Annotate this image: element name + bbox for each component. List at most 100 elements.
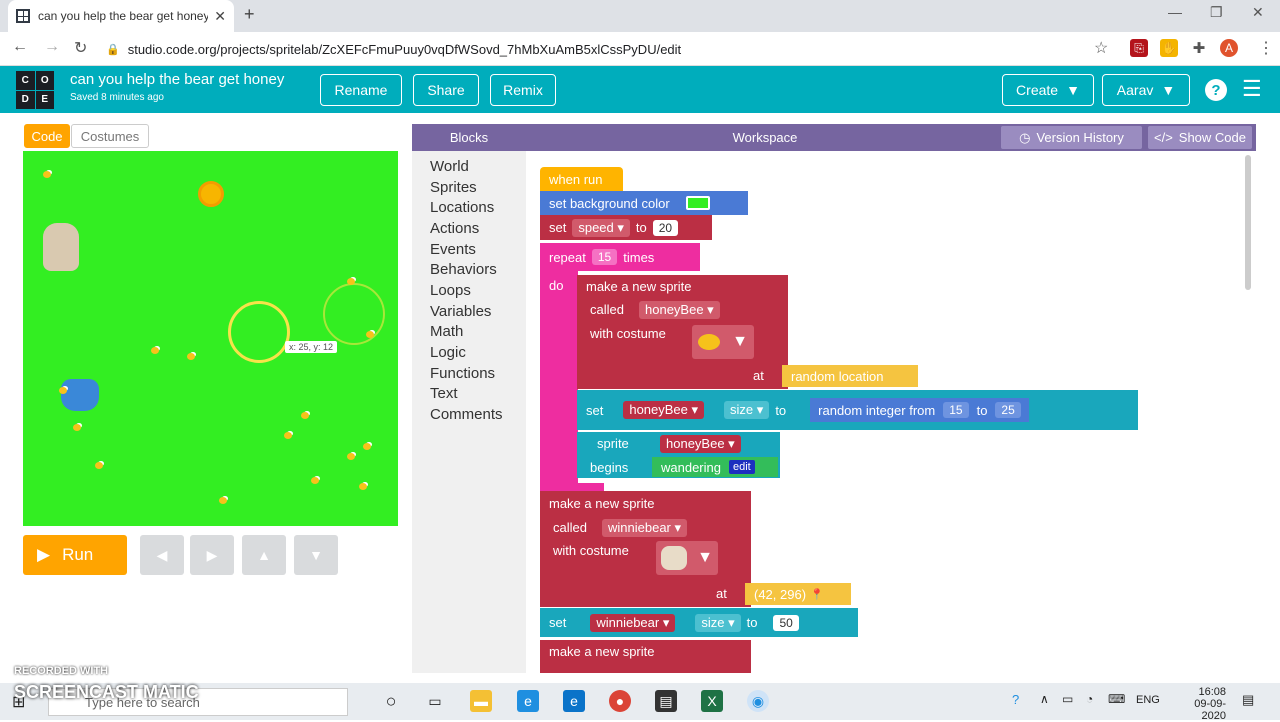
excel-icon[interactable]: X — [701, 690, 723, 712]
category-actions[interactable]: Actions — [430, 220, 479, 237]
game-stage[interactable]: x: 25, y: 12 — [23, 151, 398, 526]
window-close-icon[interactable]: ✕ — [1252, 4, 1264, 21]
edge-chromium-icon[interactable]: e — [563, 690, 585, 712]
help-icon[interactable]: ? — [1205, 79, 1227, 101]
maximize-icon[interactable]: ❐ — [1210, 4, 1223, 21]
notifications-icon[interactable]: ▤ — [1242, 692, 1254, 708]
tab-costumes[interactable]: Costumes — [71, 124, 149, 148]
pdf-extension-icon[interactable]: ⎘ — [1130, 39, 1148, 57]
file-explorer-icon[interactable]: ▬ — [470, 690, 492, 712]
profile-avatar[interactable]: A — [1220, 39, 1238, 57]
rename-button[interactable]: Rename — [320, 74, 402, 106]
category-sprites[interactable]: Sprites — [430, 179, 477, 196]
url-bar[interactable]: 🔒 studio.code.org/projects/spritelab/ZcX… — [106, 37, 1120, 61]
extensions-puzzle-icon[interactable]: ✚ — [1190, 39, 1208, 57]
user-name: Aarav — [1116, 82, 1154, 98]
repeat-count[interactable]: 15 — [591, 249, 618, 265]
block-text: make a new sprite — [549, 644, 655, 659]
run-button[interactable]: ▶ Run — [23, 535, 127, 575]
remix-button[interactable]: Remix — [490, 74, 556, 106]
tab-title: can you help the bear get honey — [38, 9, 209, 23]
forward-icon[interactable]: → — [44, 38, 60, 56]
workspace-scrollbar[interactable] — [1245, 155, 1251, 290]
user-menu-button[interactable]: Aarav ▼ — [1102, 74, 1190, 106]
category-events[interactable]: Events — [430, 241, 476, 258]
up-arrow-button[interactable]: ▲ — [242, 535, 286, 575]
browser-menu-icon[interactable]: ⋮ — [1258, 38, 1274, 58]
category-locations[interactable]: Locations — [430, 199, 494, 216]
bookmark-star-icon[interactable]: ☆ — [1094, 38, 1108, 58]
tab-code[interactable]: Code — [24, 124, 70, 148]
sprite-dropdown[interactable]: winniebear ▾ — [590, 613, 676, 632]
edit-behavior-button[interactable]: edit — [729, 460, 755, 474]
category-behaviors[interactable]: Behaviors — [430, 261, 497, 278]
screencast-icon[interactable]: ◉ — [747, 690, 769, 712]
wifi-icon[interactable]: ◔ — [1086, 692, 1093, 706]
category-world[interactable]: World — [430, 158, 469, 175]
category-logic[interactable]: Logic — [430, 344, 466, 361]
version-history-button[interactable]: ◷ Version History — [1001, 126, 1142, 149]
task-view-icon[interactable]: ▭ — [424, 690, 446, 712]
category-variables[interactable]: Variables — [430, 303, 491, 320]
winniebear-name-dropdown[interactable]: winniebear ▾ — [602, 519, 688, 537]
right-arrow-button[interactable]: ▶ — [190, 535, 234, 575]
left-arrow-button[interactable]: ◀ — [140, 535, 184, 575]
category-functions[interactable]: Functions — [430, 365, 495, 382]
close-tab-icon[interactable]: ✕ — [214, 8, 226, 25]
property-dropdown[interactable]: size ▾ — [724, 401, 770, 419]
down-arrow-button[interactable]: ▼ — [294, 535, 338, 575]
dropdown-text: size — [701, 614, 725, 630]
honeybee-name-dropdown[interactable]: honeyBee ▾ — [639, 301, 720, 319]
random-to-value[interactable]: 25 — [995, 402, 1021, 418]
chrome-icon[interactable]: ● — [609, 690, 631, 712]
speed-dropdown[interactable]: speed ▾ — [572, 218, 630, 237]
back-icon[interactable]: ← — [12, 38, 28, 56]
tray-chevron-icon[interactable]: ∧ — [1040, 692, 1049, 706]
category-comments[interactable]: Comments — [430, 406, 503, 423]
sprite-dropdown[interactable]: honeyBee ▾ — [660, 435, 741, 453]
bear-costume-picker[interactable]: ▼ — [656, 541, 718, 575]
language-indicator[interactable]: ENG — [1136, 694, 1160, 706]
speed-value[interactable]: 20 — [652, 219, 679, 236]
reload-icon[interactable]: ↻ — [74, 38, 87, 58]
wandering-behavior[interactable]: wandering edit — [652, 457, 778, 477]
random-location-block[interactable]: random location — [782, 365, 918, 387]
lock-icon: 🔒 — [106, 43, 120, 56]
code-org-logo[interactable]: C O D E — [16, 71, 54, 109]
taskbar-clock[interactable]: 16:08 09-09-2020 — [1170, 686, 1226, 722]
random-from-value[interactable]: 15 — [943, 402, 969, 418]
bee-costume-picker[interactable]: ▼ — [692, 325, 754, 359]
edge-icon[interactable]: e — [517, 690, 539, 712]
cortana-icon[interactable]: ○ — [380, 690, 402, 712]
set-speed-block[interactable]: set speed ▾ to 20 — [540, 215, 712, 240]
location-picker-block[interactable]: (42, 296) 📍 — [745, 583, 851, 605]
share-button[interactable]: Share — [413, 74, 479, 106]
store-icon[interactable]: ▤ — [655, 690, 677, 712]
size-value[interactable]: 50 — [773, 614, 799, 631]
minimize-icon[interactable]: — — [1168, 4, 1182, 20]
category-text[interactable]: Text — [430, 385, 458, 402]
random-integer-block[interactable]: random integer from 15 to 25 — [810, 398, 1029, 422]
set-size-block[interactable]: set winniebear ▾ size ▾ to 50 — [540, 608, 858, 637]
color-swatch[interactable] — [685, 196, 710, 210]
browser-tab[interactable]: can you help the bear get honey ✕ — [8, 0, 234, 32]
battery-icon[interactable]: ▭ — [1062, 692, 1073, 706]
sprite-dropdown[interactable]: honeyBee ▾ — [623, 401, 705, 419]
set-size-block[interactable]: set honeyBee ▾ size ▾ to random integer … — [577, 390, 1138, 430]
create-menu-button[interactable]: Create ▼ — [1002, 74, 1094, 106]
help-tray-icon[interactable]: ? — [1012, 692, 1019, 707]
category-loops[interactable]: Loops — [430, 282, 471, 299]
property-dropdown[interactable]: size ▾ — [695, 613, 741, 632]
repeat-block[interactable]: repeat 15 times — [540, 243, 700, 271]
category-math[interactable]: Math — [430, 323, 463, 340]
new-tab-icon[interactable]: + — [244, 4, 255, 25]
hamburger-menu-icon[interactable]: ☰ — [1242, 76, 1262, 102]
bee-sprite — [219, 497, 227, 504]
extension-icon[interactable]: ✋ — [1160, 39, 1178, 57]
when-run-block[interactable]: when run — [540, 167, 623, 191]
show-code-button[interactable]: </> Show Code — [1148, 126, 1252, 149]
set-background-block[interactable]: set background color — [540, 191, 748, 215]
bee-sprite — [95, 462, 103, 469]
keyboard-icon[interactable]: ⌨ — [1108, 692, 1125, 706]
clock-icon: ◷ — [1019, 129, 1031, 145]
